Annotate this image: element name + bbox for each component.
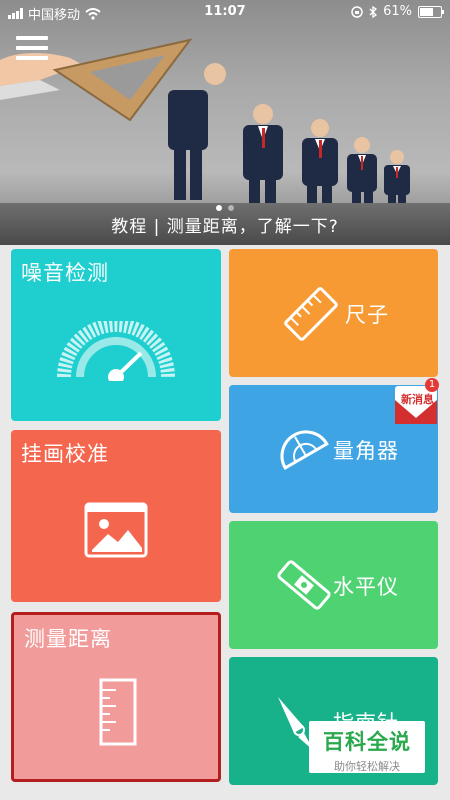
spirit-level-icon	[277, 560, 331, 610]
status-bar: 中国移动 11:07 61%	[0, 0, 450, 24]
tile-label: 尺子	[345, 303, 389, 327]
watermark-title: 百科全说	[323, 730, 411, 754]
carousel-dot	[228, 205, 234, 211]
tile-label: 挂画校准	[21, 442, 109, 466]
battery-icon	[418, 5, 444, 18]
carousel-dot	[216, 205, 222, 211]
tile-picture-hanging[interactable]: 挂画校准	[11, 430, 221, 602]
new-message-badge[interactable]: 新消息 1	[393, 378, 441, 428]
tile-distance-measurement[interactable]: 测量距离	[11, 612, 221, 782]
watermark-subtitle: 助你轻松解决	[334, 760, 400, 773]
tile-label: 噪音检测	[21, 261, 109, 285]
banner-caption: 教程 | 测量距离，了解一下?	[111, 217, 339, 237]
tile-label: 量角器	[333, 439, 399, 463]
rotation-lock-icon	[351, 5, 363, 18]
picture-frame-icon	[84, 502, 148, 558]
protractor-icon	[280, 430, 329, 470]
tile-ruler[interactable]: 尺子	[229, 249, 438, 377]
badge-count: 1	[425, 378, 439, 392]
tile-noise-detection[interactable]: 噪音检测	[11, 249, 221, 421]
bluetooth-icon	[369, 5, 378, 18]
menu-icon[interactable]	[16, 36, 48, 60]
tile-spirit-level[interactable]: 水平仪	[229, 521, 438, 649]
ruler-icon	[284, 287, 338, 341]
watermark-logo: 百科全说 助你轻松解决	[309, 721, 425, 773]
tile-label: 水平仪	[333, 575, 399, 599]
ruler-vertical-icon	[99, 678, 137, 746]
badge-text: 新消息	[401, 393, 434, 406]
banner-carousel[interactable]: 教程 | 测量距离，了解一下?	[0, 0, 450, 245]
tile-label: 测量距离	[24, 627, 112, 651]
battery-percent: 61%	[383, 4, 412, 19]
gauge-icon	[57, 321, 175, 381]
